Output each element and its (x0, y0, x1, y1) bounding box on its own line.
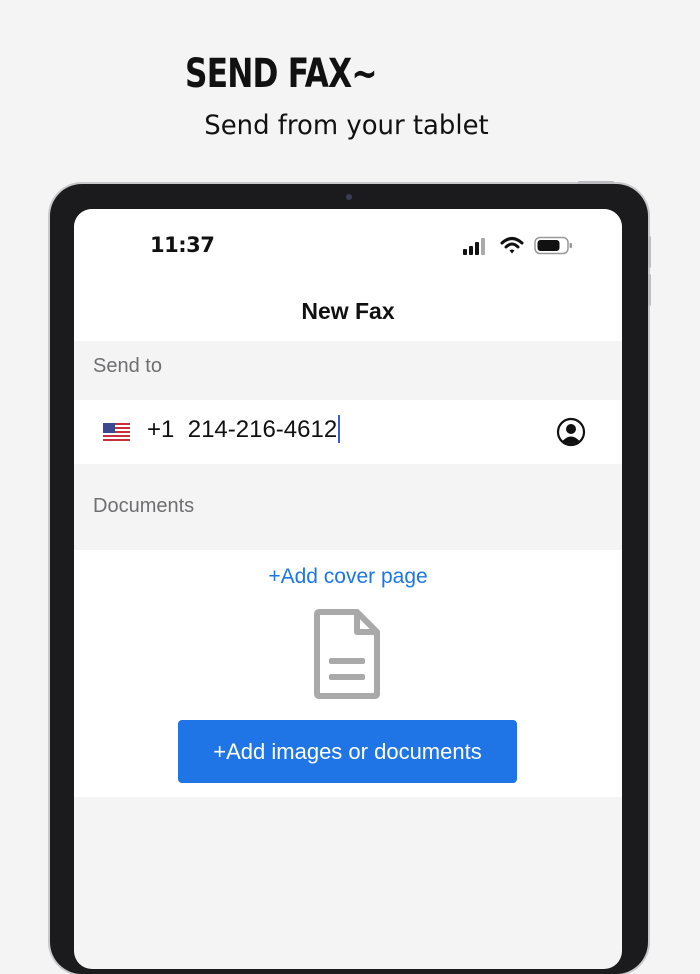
phone-number: 214-216-4612 (187, 416, 338, 443)
app-screen: 11:37 New Fax Send to +1 214-216-4612 Do… (74, 209, 622, 969)
page-title: New Fax (301, 298, 395, 324)
wifi-icon (500, 237, 524, 254)
tablet-frame: 11:37 New Fax Send to +1 214-216-4612 Do… (50, 181, 651, 974)
promo-headline: SEND FAX~ (185, 51, 378, 97)
volume-up-button (648, 236, 651, 268)
recipient-row: +1 214-216-4612 (74, 400, 622, 464)
us-flag-icon[interactable] (103, 423, 130, 441)
add-documents-button[interactable]: +Add images or documents (178, 720, 517, 783)
text-caret (338, 414, 341, 443)
documents-label: Documents (93, 495, 195, 517)
battery-icon (534, 236, 572, 255)
contact-icon[interactable] (556, 417, 586, 447)
add-cover-page-link[interactable]: +Add cover page (74, 565, 622, 589)
country-code[interactable]: +1 (147, 416, 174, 443)
status-bar: 11:37 (74, 209, 622, 284)
navigation-bar: New Fax (74, 284, 622, 341)
status-time: 11:37 (150, 233, 215, 257)
promo-subhead: Send from your tablet (204, 110, 489, 141)
volume-down-button (648, 274, 651, 306)
document-icon (314, 609, 380, 699)
camera-icon (346, 194, 352, 200)
cellular-signal-icon (463, 238, 485, 255)
send-to-label: Send to (93, 355, 162, 377)
fax-number-input[interactable]: +1 214-216-4612 (147, 414, 341, 444)
top-button (578, 181, 614, 184)
documents-card: +Add cover page +Add images or documents (74, 550, 622, 797)
